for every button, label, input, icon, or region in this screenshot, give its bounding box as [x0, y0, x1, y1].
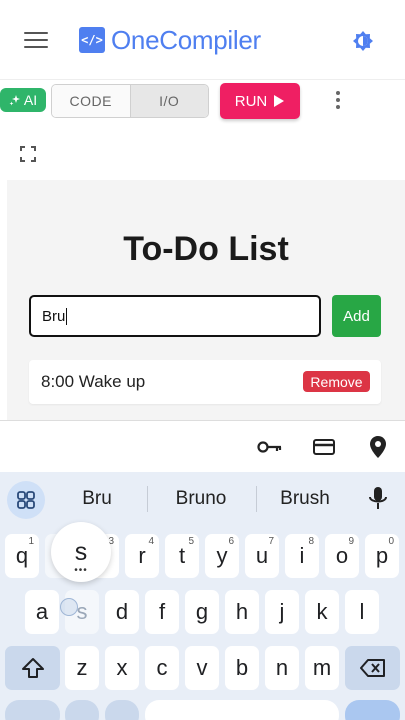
- touch-indicator: [60, 598, 78, 616]
- popup-more-dots: •••: [74, 565, 88, 576]
- more-vertical-icon[interactable]: [331, 91, 345, 113]
- key-g[interactable]: g: [185, 590, 219, 634]
- mic-icon[interactable]: [366, 485, 390, 513]
- hamburger-icon[interactable]: [24, 32, 48, 50]
- fullscreen-icon[interactable]: [20, 146, 36, 162]
- view-tabs: CODE I/O: [51, 84, 209, 118]
- run-button-label: RUN: [234, 92, 268, 110]
- remove-button[interactable]: Remove: [303, 371, 370, 392]
- shift-icon[interactable]: [5, 646, 60, 690]
- globe-key[interactable]: [105, 700, 139, 720]
- ai-button[interactable]: AI: [0, 88, 46, 112]
- sparkle-icon: [9, 95, 20, 106]
- output-panel: To-Do List Bru Add 8:00 Wake up Remove: [7, 180, 405, 420]
- key-c[interactable]: c: [145, 646, 179, 690]
- key-b[interactable]: b: [225, 646, 259, 690]
- text-caret: [66, 307, 68, 325]
- key-x[interactable]: x: [105, 646, 139, 690]
- page-title: To-Do List: [123, 230, 289, 268]
- key-q[interactable]: q1: [5, 534, 39, 578]
- tab-io[interactable]: I/O: [130, 85, 208, 117]
- brand-name: OneCompiler: [111, 24, 261, 55]
- keyboard-toolbar: [0, 420, 405, 472]
- key-p[interactable]: p0: [365, 534, 399, 578]
- app-header: </> OneCompiler: [0, 0, 405, 80]
- key-t[interactable]: t5: [165, 534, 199, 578]
- key-n[interactable]: n: [265, 646, 299, 690]
- credit-card-icon[interactable]: [312, 437, 336, 457]
- backspace-icon[interactable]: [345, 646, 400, 690]
- suggestion-divider: [147, 486, 148, 512]
- list-item: 8:00 Wake up Remove: [29, 360, 381, 404]
- editor-toolbar: AI CODE I/O RUN: [0, 80, 405, 180]
- key-popup: s •••: [51, 522, 111, 582]
- screen: </> OneCompiler AI CODE I/O RUN To-Do Li…: [0, 0, 405, 720]
- enter-key[interactable]: [345, 700, 400, 720]
- symbols-key[interactable]: [5, 700, 60, 720]
- key-r[interactable]: r4: [125, 534, 159, 578]
- key-icon[interactable]: [257, 437, 282, 457]
- key-a[interactable]: a: [25, 590, 59, 634]
- key-u[interactable]: u7: [245, 534, 279, 578]
- suggestion-3[interactable]: Brush: [268, 488, 342, 510]
- emoji-key[interactable]: [65, 700, 99, 720]
- play-icon: [274, 95, 285, 107]
- key-v[interactable]: v: [185, 646, 219, 690]
- suggestion-1[interactable]: Bru: [62, 488, 132, 510]
- key-f[interactable]: f: [145, 590, 179, 634]
- todo-input[interactable]: Bru: [29, 295, 321, 337]
- space-key[interactable]: [145, 700, 339, 720]
- todo-input-value: Bru: [42, 307, 66, 325]
- key-z[interactable]: z: [65, 646, 99, 690]
- key-k[interactable]: k: [305, 590, 339, 634]
- run-button[interactable]: RUN: [220, 83, 300, 119]
- brightness-icon[interactable]: [351, 29, 375, 53]
- location-pin-icon[interactable]: [368, 435, 392, 458]
- code-logo-icon: </>: [79, 27, 105, 53]
- key-d[interactable]: d: [105, 590, 139, 634]
- add-button[interactable]: Add: [332, 295, 381, 337]
- key-i[interactable]: i8: [285, 534, 319, 578]
- suggestion-2[interactable]: Bruno: [158, 488, 244, 510]
- tab-code[interactable]: CODE: [52, 85, 131, 117]
- key-m[interactable]: m: [305, 646, 339, 690]
- key-j[interactable]: j: [265, 590, 299, 634]
- brand-logo-link[interactable]: </> OneCompiler: [79, 24, 261, 56]
- key-o[interactable]: o9: [325, 534, 359, 578]
- key-y[interactable]: y6: [205, 534, 239, 578]
- suggestion-divider: [256, 486, 257, 512]
- apps-grid-icon[interactable]: [7, 481, 45, 519]
- todo-item-text: 8:00 Wake up: [41, 372, 146, 391]
- key-l[interactable]: l: [345, 590, 379, 634]
- key-h[interactable]: h: [225, 590, 259, 634]
- ai-button-label: AI: [23, 92, 38, 108]
